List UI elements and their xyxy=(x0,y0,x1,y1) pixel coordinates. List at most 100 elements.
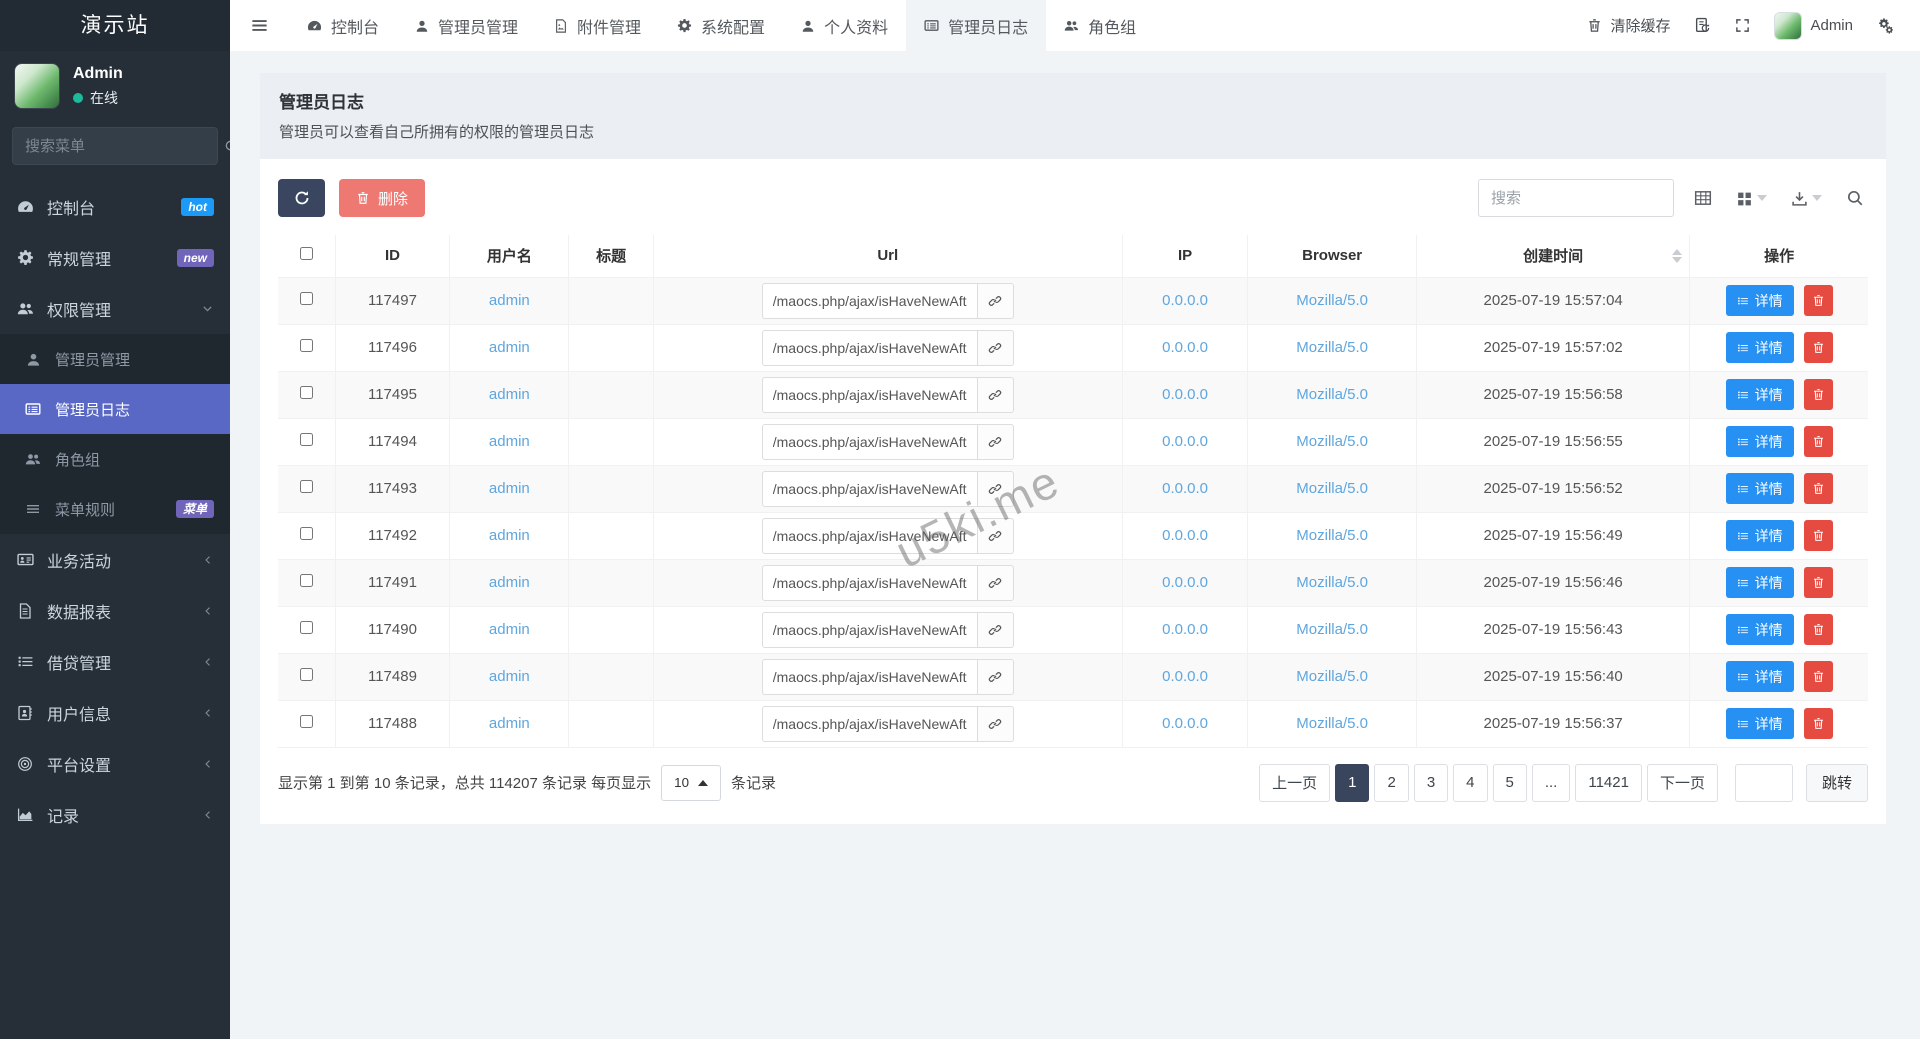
cell-ip-link[interactable]: 0.0.0.0 xyxy=(1162,480,1208,497)
cell-browser-link[interactable]: Mozilla/5.0 xyxy=(1296,621,1368,638)
row-checkbox[interactable] xyxy=(300,574,313,587)
cell-ip-link[interactable]: 0.0.0.0 xyxy=(1162,433,1208,450)
cell-browser-link[interactable]: Mozilla/5.0 xyxy=(1296,433,1368,450)
select-all-checkbox[interactable] xyxy=(300,247,313,260)
row-delete-button[interactable] xyxy=(1804,332,1833,363)
open-url-button[interactable] xyxy=(978,612,1014,648)
tab-role-group[interactable]: 角色组 xyxy=(1046,0,1154,51)
col-ip[interactable]: IP xyxy=(1122,235,1248,277)
row-delete-button[interactable] xyxy=(1804,379,1833,410)
detail-button[interactable]: 详情 xyxy=(1726,661,1794,692)
row-delete-button[interactable] xyxy=(1804,567,1833,598)
cell-username-link[interactable]: admin xyxy=(489,386,530,403)
detail-button[interactable]: 详情 xyxy=(1726,285,1794,316)
row-delete-button[interactable] xyxy=(1804,661,1833,692)
page-size-select[interactable]: 10 xyxy=(661,765,721,801)
pagination-page-2[interactable]: 2 xyxy=(1374,764,1408,802)
avatar[interactable] xyxy=(14,63,60,109)
col-username[interactable]: 用户名 xyxy=(450,235,569,277)
pagination-next[interactable]: 下一页 xyxy=(1647,764,1718,802)
cell-ip-link[interactable]: 0.0.0.0 xyxy=(1162,574,1208,591)
cell-username-link[interactable]: admin xyxy=(489,292,530,309)
jump-page-input[interactable] xyxy=(1735,764,1793,802)
cell-ip-link[interactable]: 0.0.0.0 xyxy=(1162,621,1208,638)
row-checkbox[interactable] xyxy=(300,292,313,305)
clear-cache-button[interactable]: 清除缓存 xyxy=(1587,15,1670,36)
cell-browser-link[interactable]: Mozilla/5.0 xyxy=(1296,574,1368,591)
sidebar-item-loan[interactable]: 借贷管理 xyxy=(0,636,230,687)
cell-ip-link[interactable]: 0.0.0.0 xyxy=(1162,292,1208,309)
pagination-page-3[interactable]: 3 xyxy=(1414,764,1448,802)
open-url-button[interactable] xyxy=(978,659,1014,695)
col-url[interactable]: Url xyxy=(653,235,1122,277)
row-checkbox[interactable] xyxy=(300,480,313,493)
cell-browser-link[interactable]: Mozilla/5.0 xyxy=(1296,527,1368,544)
url-input[interactable] xyxy=(762,377,978,413)
sidebar-item-role-group[interactable]: 角色组 xyxy=(0,434,230,484)
detail-button[interactable]: 详情 xyxy=(1726,473,1794,504)
detail-button[interactable]: 详情 xyxy=(1726,379,1794,410)
cell-ip-link[interactable]: 0.0.0.0 xyxy=(1162,386,1208,403)
cell-username-link[interactable]: admin xyxy=(489,668,530,685)
sidebar-item-admin-manage[interactable]: 管理员管理 xyxy=(0,334,230,384)
jump-button[interactable]: 跳转 xyxy=(1806,764,1868,802)
cell-ip-link[interactable]: 0.0.0.0 xyxy=(1162,339,1208,356)
detail-button[interactable]: 详情 xyxy=(1726,332,1794,363)
sidebar-item-dashboard[interactable]: 控制台 hot xyxy=(0,181,230,232)
row-delete-button[interactable] xyxy=(1804,614,1833,645)
sidebar-item-auth[interactable]: 权限管理 xyxy=(0,283,230,334)
tab-admin-manage[interactable]: 管理员管理 xyxy=(397,0,536,51)
cell-username-link[interactable]: admin xyxy=(489,527,530,544)
cell-browser-link[interactable]: Mozilla/5.0 xyxy=(1296,386,1368,403)
url-input[interactable] xyxy=(762,283,978,319)
pagination-page-4[interactable]: 4 xyxy=(1453,764,1487,802)
cell-browser-link[interactable]: Mozilla/5.0 xyxy=(1296,292,1368,309)
open-url-button[interactable] xyxy=(978,283,1014,319)
row-checkbox[interactable] xyxy=(300,715,313,728)
detail-button[interactable]: 详情 xyxy=(1726,708,1794,739)
row-checkbox[interactable] xyxy=(300,621,313,634)
detail-button[interactable]: 详情 xyxy=(1726,426,1794,457)
sidebar-item-business[interactable]: 业务活动 xyxy=(0,534,230,585)
detail-button[interactable]: 详情 xyxy=(1726,520,1794,551)
sort-icon[interactable] xyxy=(1672,249,1682,263)
open-url-button[interactable] xyxy=(978,706,1014,742)
open-url-button[interactable] xyxy=(978,377,1014,413)
cell-username-link[interactable]: admin xyxy=(489,715,530,732)
pagination-page-last[interactable]: 11421 xyxy=(1575,764,1642,802)
row-checkbox[interactable] xyxy=(300,668,313,681)
tab-profile[interactable]: 个人资料 xyxy=(783,0,906,51)
url-input[interactable] xyxy=(762,424,978,460)
pagination-page-1[interactable]: 1 xyxy=(1335,764,1369,802)
col-browser[interactable]: Browser xyxy=(1248,235,1417,277)
row-delete-button[interactable] xyxy=(1804,708,1833,739)
url-input[interactable] xyxy=(762,330,978,366)
col-title[interactable]: 标题 xyxy=(569,235,653,277)
page-refresh-icon[interactable] xyxy=(1694,17,1711,34)
open-url-button[interactable] xyxy=(978,330,1014,366)
row-checkbox[interactable] xyxy=(300,527,313,540)
cell-browser-link[interactable]: Mozilla/5.0 xyxy=(1296,715,1368,732)
cell-ip-link[interactable]: 0.0.0.0 xyxy=(1162,527,1208,544)
sidebar-item-admin-log[interactable]: 管理员日志 xyxy=(0,384,230,434)
gears-icon[interactable] xyxy=(1877,17,1894,34)
col-id[interactable]: ID xyxy=(335,235,449,277)
row-delete-button[interactable] xyxy=(1804,426,1833,457)
sidebar-item-report[interactable]: 数据报表 xyxy=(0,585,230,636)
cell-ip-link[interactable]: 0.0.0.0 xyxy=(1162,715,1208,732)
fullscreen-icon[interactable] xyxy=(1735,18,1750,33)
export-dropdown-button[interactable] xyxy=(1787,186,1826,211)
row-delete-button[interactable] xyxy=(1804,285,1833,316)
cell-browser-link[interactable]: Mozilla/5.0 xyxy=(1296,668,1368,685)
sidebar-item-menu-rule[interactable]: 菜单规则 菜单 xyxy=(0,484,230,534)
cell-username-link[interactable]: admin xyxy=(489,339,530,356)
cell-username-link[interactable]: admin xyxy=(489,574,530,591)
card-view-button[interactable] xyxy=(1690,185,1716,211)
user-menu[interactable]: Admin xyxy=(1774,12,1853,40)
open-url-button[interactable] xyxy=(978,424,1014,460)
tab-admin-log[interactable]: 管理员日志 xyxy=(906,0,1046,51)
sidebar-item-user-info[interactable]: 用户信息 xyxy=(0,687,230,738)
row-delete-button[interactable] xyxy=(1804,473,1833,504)
cell-browser-link[interactable]: Mozilla/5.0 xyxy=(1296,339,1368,356)
table-search-input[interactable] xyxy=(1478,179,1674,217)
